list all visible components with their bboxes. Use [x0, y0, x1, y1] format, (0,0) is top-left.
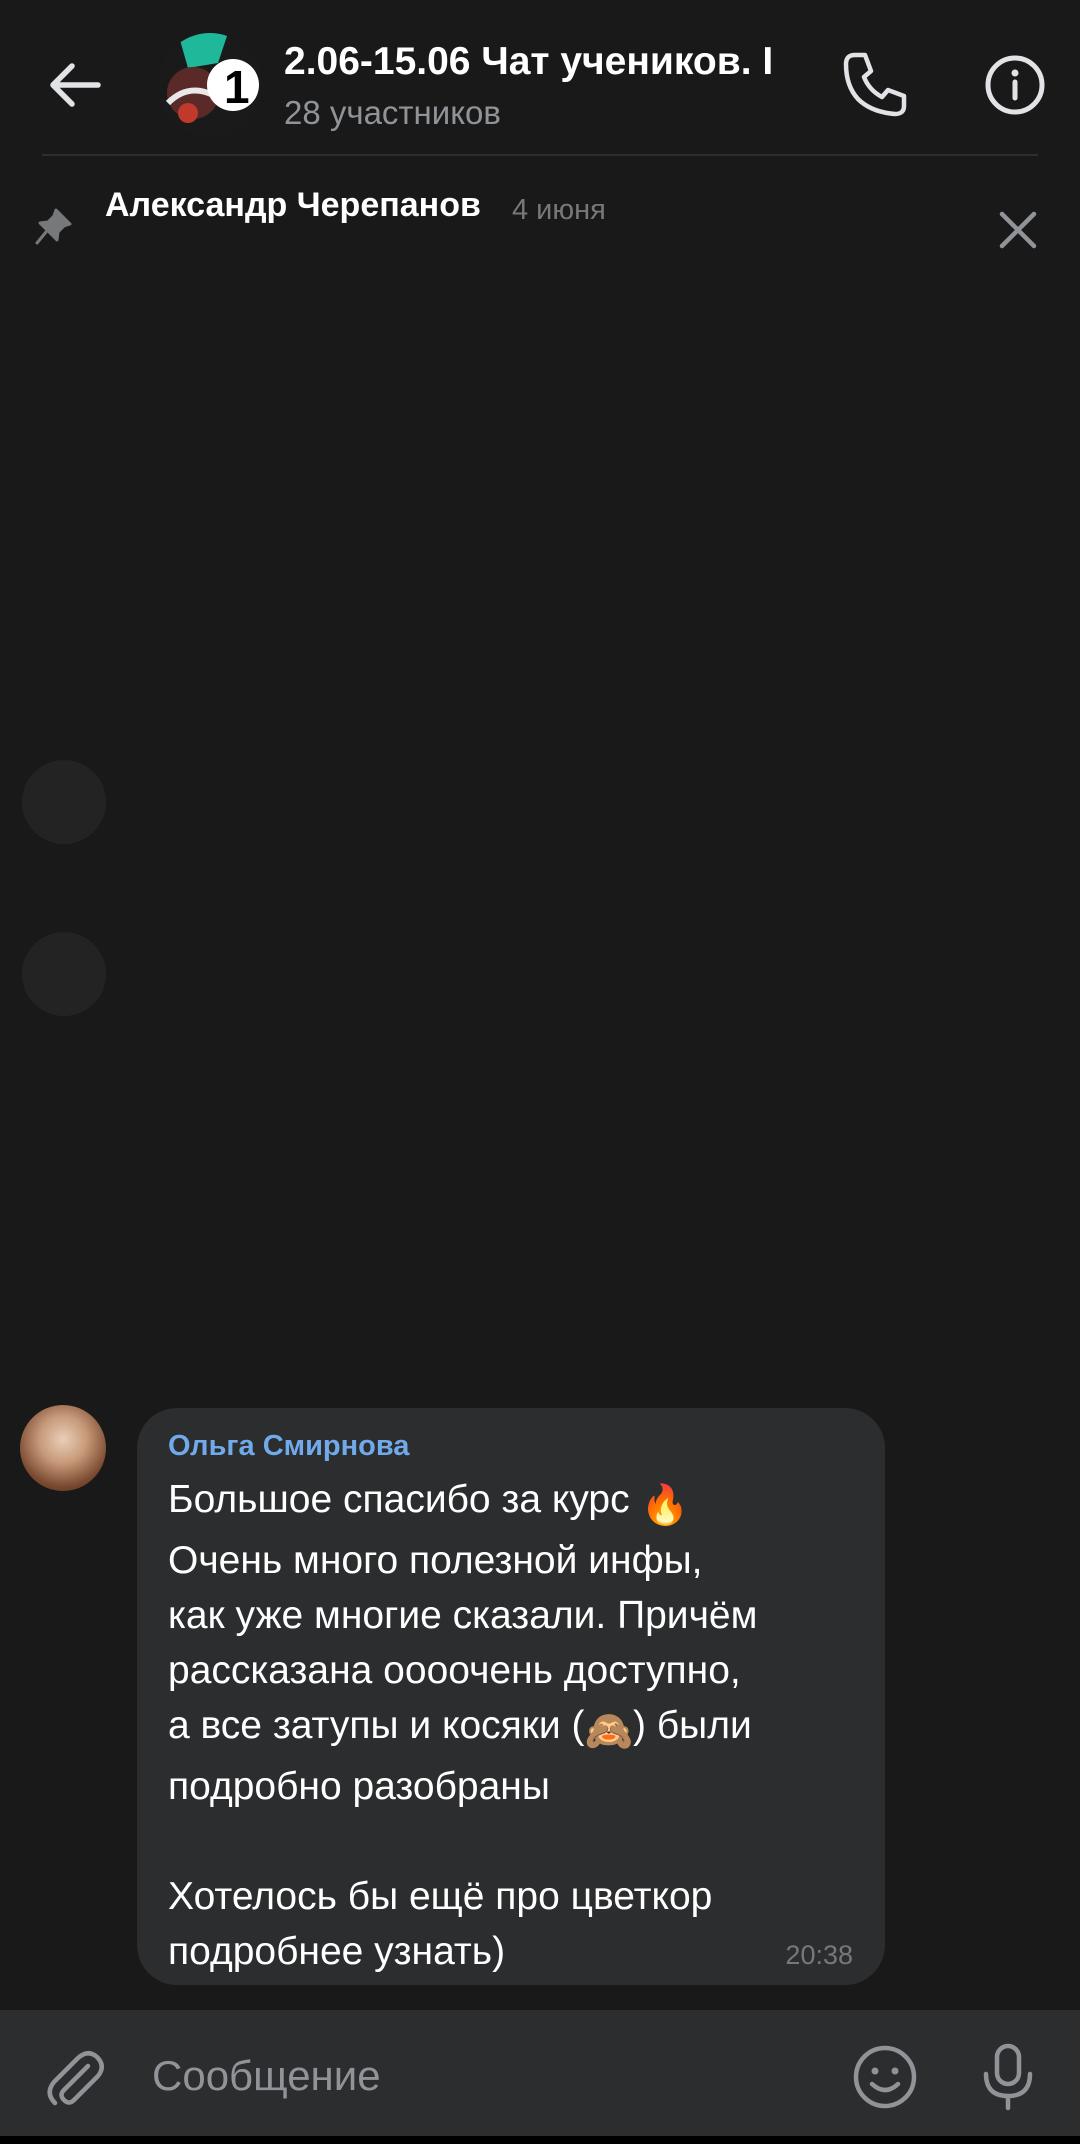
pinned-author: Александр Черепанов	[105, 186, 481, 224]
info-button[interactable]	[975, 45, 1055, 125]
dim-avatar	[22, 760, 106, 844]
pinned-message-bar[interactable]: Александр Черепанов 4 июня	[0, 156, 1080, 296]
dim-block	[168, 296, 868, 406]
paperclip-icon	[47, 2051, 104, 2106]
fire-emoji: 🔥	[640, 1484, 690, 1527]
message-input[interactable]	[150, 2040, 814, 2112]
pin-icon	[34, 206, 74, 246]
avatar[interactable]	[20, 1405, 106, 1491]
emoji-button[interactable]	[850, 2042, 920, 2112]
attach-button[interactable]	[40, 2044, 110, 2114]
back-button[interactable]	[40, 50, 110, 120]
system-navigation-bar	[0, 2136, 1080, 2144]
see-no-evil-monkey-emoji: 🙈	[584, 1710, 633, 1753]
phone-icon	[843, 52, 907, 117]
microphone-icon	[983, 2043, 1033, 2111]
pinned-close-button[interactable]	[994, 206, 1042, 254]
close-icon	[999, 211, 1037, 249]
chat-header: 1 2.06-15.06 Чат учеников. I 28 участник…	[0, 0, 1080, 156]
message-text: Большое спасибо за курс 🔥 Очень много по…	[168, 1472, 868, 1979]
message-time: 20:38	[785, 1940, 853, 1970]
arrow-left-icon	[50, 63, 101, 107]
chat-avatar[interactable]: 1	[158, 33, 262, 137]
smile-icon	[853, 2045, 917, 2109]
chat-avatar-icon: 1	[158, 33, 262, 137]
call-button[interactable]	[835, 45, 915, 125]
dim-avatar	[22, 932, 106, 1016]
chat-title[interactable]: 2.06-15.06 Чат учеников. I	[284, 40, 804, 84]
message-bubble[interactable]: Ольга Смирнова Большое спасибо за курс 🔥…	[137, 1408, 885, 1985]
info-icon	[985, 55, 1045, 115]
message-text-part: Большое спасибо за курс	[168, 1478, 641, 1521]
members-count: 28 участников	[284, 94, 501, 131]
svg-text:1: 1	[224, 61, 250, 113]
dimmed-history	[0, 296, 1080, 1396]
message-composer	[0, 2010, 1080, 2136]
sender-name[interactable]: Ольга Смирнова	[168, 1430, 409, 1463]
voice-message-button[interactable]	[973, 2040, 1043, 2114]
pinned-date: 4 июня	[512, 194, 606, 226]
